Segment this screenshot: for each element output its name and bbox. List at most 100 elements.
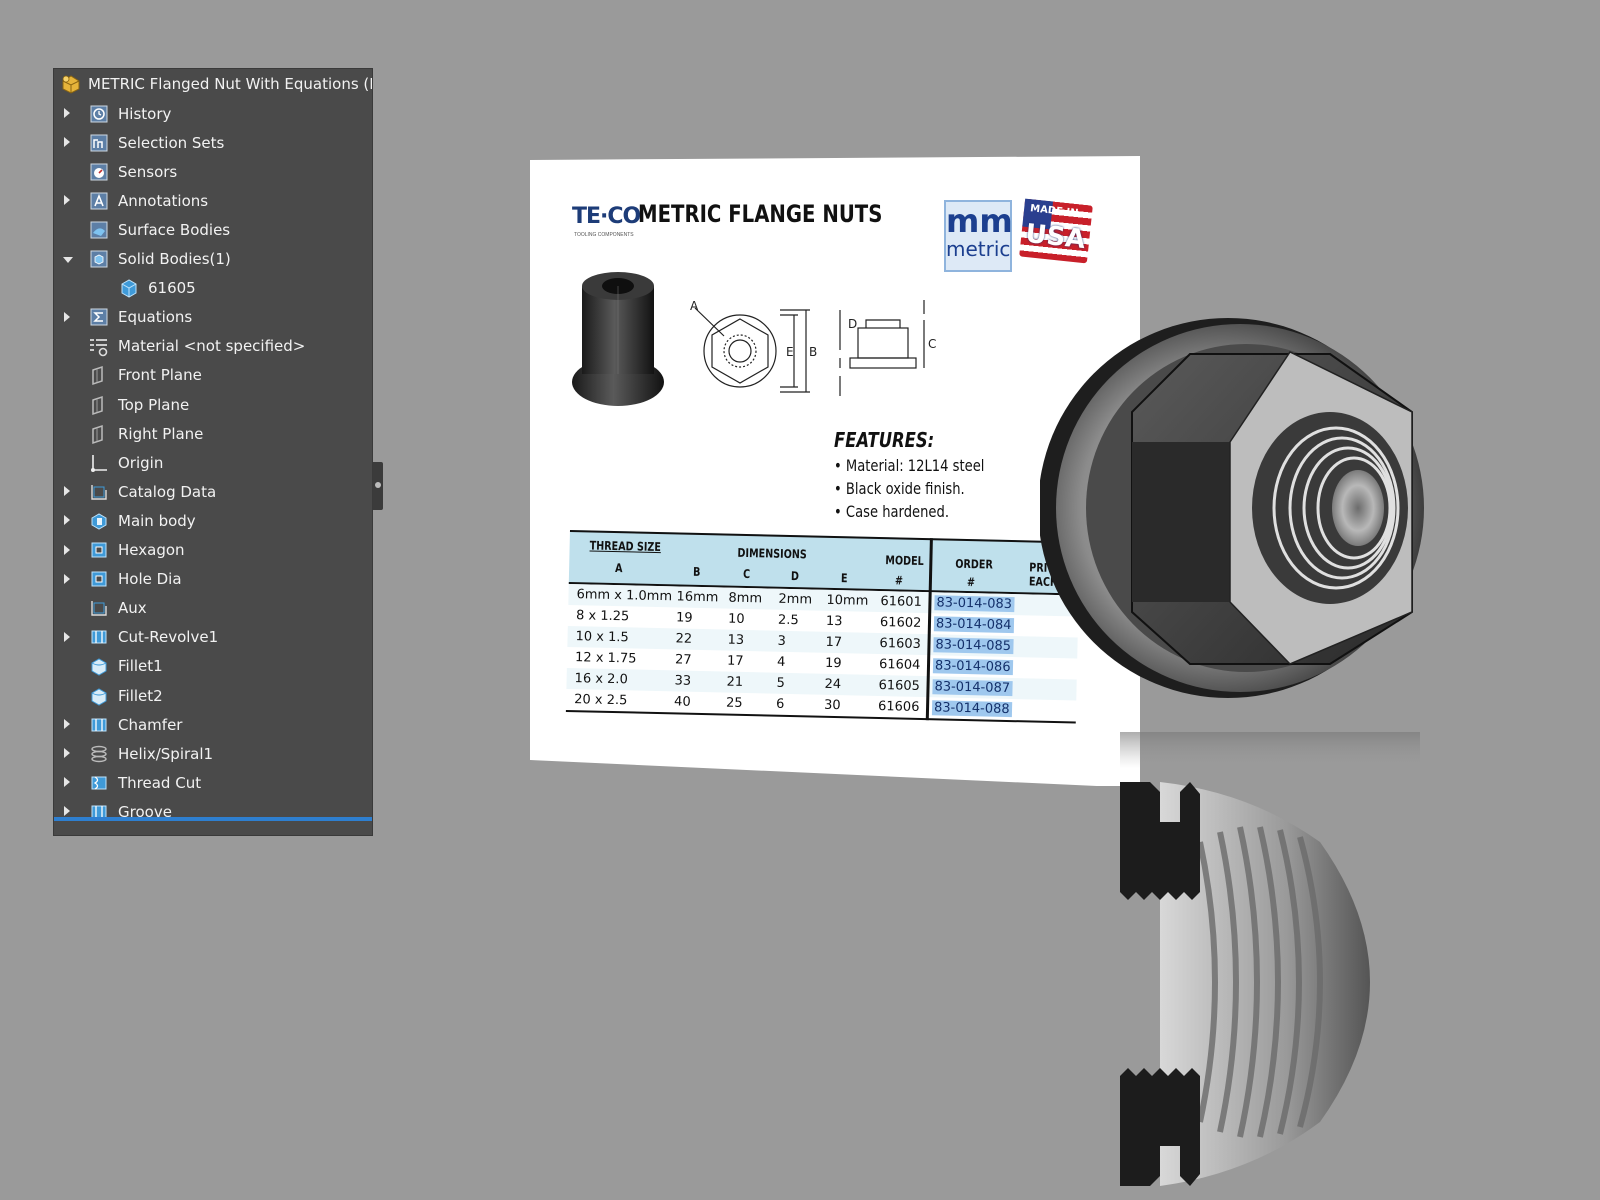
cell-a: 12 x 1.75 — [574, 650, 637, 667]
tree-item-material-not-specified[interactable]: Material <not specified> — [54, 332, 372, 361]
teco-logo: TE·CO — [572, 204, 641, 229]
features-heading: FEATURES: — [834, 428, 935, 452]
tree-item-label: Origin — [118, 453, 164, 472]
flange-nut-model[interactable] — [1040, 318, 1424, 768]
chevron-right-icon[interactable] — [64, 806, 70, 817]
chevron-right-icon[interactable] — [64, 486, 70, 497]
chevron-right-icon[interactable] — [64, 108, 70, 118]
tree-item-selection-sets[interactable]: Selection Sets — [54, 128, 372, 157]
chevron-right-icon[interactable] — [64, 515, 70, 526]
features-block: FEATURES: • Material: 12L14 steel • Blac… — [834, 428, 984, 521]
cell-order: 83-014-088 — [931, 700, 1012, 718]
cell-order: 83-014-086 — [932, 658, 1013, 676]
tree-item-label: Top Plane — [118, 395, 190, 414]
tree-item-sensors[interactable]: Sensors — [54, 157, 372, 186]
chevron-down-icon[interactable] — [63, 256, 73, 263]
dim-label-b: B — [809, 345, 817, 359]
fillet-icon — [88, 655, 110, 677]
sensors-icon — [88, 161, 110, 183]
cell-a: 10 x 1.5 — [575, 629, 629, 646]
chevron-right-icon[interactable] — [64, 631, 70, 642]
chevron-right-icon[interactable] — [64, 748, 70, 759]
tree-item-top-plane[interactable]: Top Plane — [54, 390, 372, 419]
tree-item-solid-bodies-1[interactable]: Solid Bodies(1) — [54, 245, 372, 274]
cell-b: 22 — [675, 631, 693, 647]
tree-item-label: Helix/Spiral1 — [118, 744, 214, 763]
dim-label-a: A — [690, 299, 699, 313]
tree-item-thread-cut[interactable]: Thread Cut — [54, 768, 372, 797]
sketch-icon — [88, 481, 110, 503]
tree-item-main-body[interactable]: Main body — [54, 506, 372, 535]
tree-item-chamfer[interactable]: Chamfer — [54, 710, 372, 739]
cell-e: 24 — [824, 676, 842, 693]
surface-bodies-icon — [88, 219, 110, 241]
cell-d: 5 — [776, 675, 786, 691]
dimension-diagram: A E B D C — [690, 299, 936, 396]
tree-item-fillet1[interactable]: Fillet1 — [54, 652, 372, 681]
tree-item-origin[interactable]: Origin — [54, 448, 372, 477]
chevron-right-icon[interactable] — [64, 137, 70, 148]
tree-item-fillet2[interactable]: Fillet2 — [54, 681, 372, 710]
chevron-right-icon[interactable] — [64, 777, 70, 788]
tree-item-right-plane[interactable]: Right Plane — [54, 419, 372, 448]
tree-selection-bar — [54, 817, 372, 821]
cell-e: 19 — [824, 655, 842, 672]
usa-badge-bottom: USA — [1023, 218, 1087, 256]
tree-item-61605[interactable]: 61605 — [54, 274, 372, 303]
tree-item-helix-spiral1[interactable]: Helix/Spiral1 — [54, 739, 372, 768]
annotations-icon — [88, 190, 110, 212]
cell-e: 30 — [823, 697, 841, 714]
tree-item-label: Catalog Data — [118, 482, 217, 501]
model-viewport[interactable] — [1040, 312, 1500, 1192]
tree-item-surface-bodies[interactable]: Surface Bodies — [54, 215, 372, 244]
metric-badge: mm metric — [944, 200, 1013, 272]
tree-root-label: METRIC Flanged Nut With Equations (De — [88, 75, 373, 93]
tree-item-label: Fillet1 — [118, 657, 163, 676]
tree-item-equations[interactable]: Equations — [54, 303, 372, 332]
tree-item-label: Thread Cut — [118, 773, 202, 792]
cell-e: 13 — [825, 613, 843, 630]
tree-item-cut-revolve1[interactable]: Cut-Revolve1 — [54, 623, 372, 652]
fillet-icon — [88, 685, 110, 707]
tree-item-label: Annotations — [118, 191, 209, 210]
cell-model: 61604 — [878, 657, 921, 673]
tree-item-label: Front Plane — [118, 366, 202, 385]
tree-root-part[interactable]: METRIC Flanged Nut With Equations (De — [54, 69, 372, 99]
cell-order: 83-014-083 — [934, 595, 1015, 613]
tree-item-hexagon[interactable]: Hexagon — [54, 536, 372, 565]
history-icon — [88, 103, 110, 125]
chevron-right-icon[interactable] — [64, 719, 70, 730]
cell-c: 8mm — [728, 590, 763, 607]
subheader-order: # — [966, 575, 976, 590]
chevron-right-icon[interactable] — [64, 544, 70, 555]
part-icon — [60, 73, 82, 95]
tree-item-label: Equations — [118, 308, 193, 327]
tree-item-aux[interactable]: Aux — [54, 594, 372, 623]
tree-item-label: Solid Bodies(1) — [118, 250, 231, 268]
feature-item: • Case hardened. — [834, 502, 949, 521]
tree-item-label: Surface Bodies — [118, 220, 231, 239]
feature-manager-tree[interactable]: METRIC Flanged Nut With Equations (De Hi… — [53, 68, 373, 836]
tree-item-hole-dia[interactable]: Hole Dia — [54, 565, 372, 594]
spec-table: THREAD SIZE DIMENSIONS MODEL ORDER PRI E… — [565, 530, 1080, 724]
cell-model: 61605 — [878, 678, 921, 694]
chevron-right-icon[interactable] — [64, 573, 70, 584]
equations-icon — [88, 306, 110, 328]
section-view-model[interactable] — [1120, 782, 1370, 1192]
cell-c: 10 — [727, 611, 745, 627]
subheader-model: # — [894, 573, 904, 588]
cut-extrude-icon — [88, 568, 110, 590]
panel-collapse-handle[interactable] — [373, 462, 383, 510]
sheet-title: METRIC FLANGE NUTS — [638, 200, 883, 228]
tree-item-groove[interactable]: Groove — [54, 797, 372, 826]
handle-dot-icon — [375, 482, 381, 488]
tree-item-front-plane[interactable]: Front Plane — [54, 361, 372, 390]
tree-item-annotations[interactable]: Annotations — [54, 186, 372, 215]
boss-extrude-icon — [88, 510, 110, 532]
cell-b: 16mm — [676, 589, 719, 606]
tree-item-history[interactable]: History — [54, 99, 372, 128]
chevron-right-icon[interactable] — [64, 195, 70, 206]
tree-item-catalog-data[interactable]: Catalog Data — [54, 477, 372, 506]
subheader-b: B — [692, 564, 701, 579]
chevron-right-icon[interactable] — [64, 311, 70, 322]
